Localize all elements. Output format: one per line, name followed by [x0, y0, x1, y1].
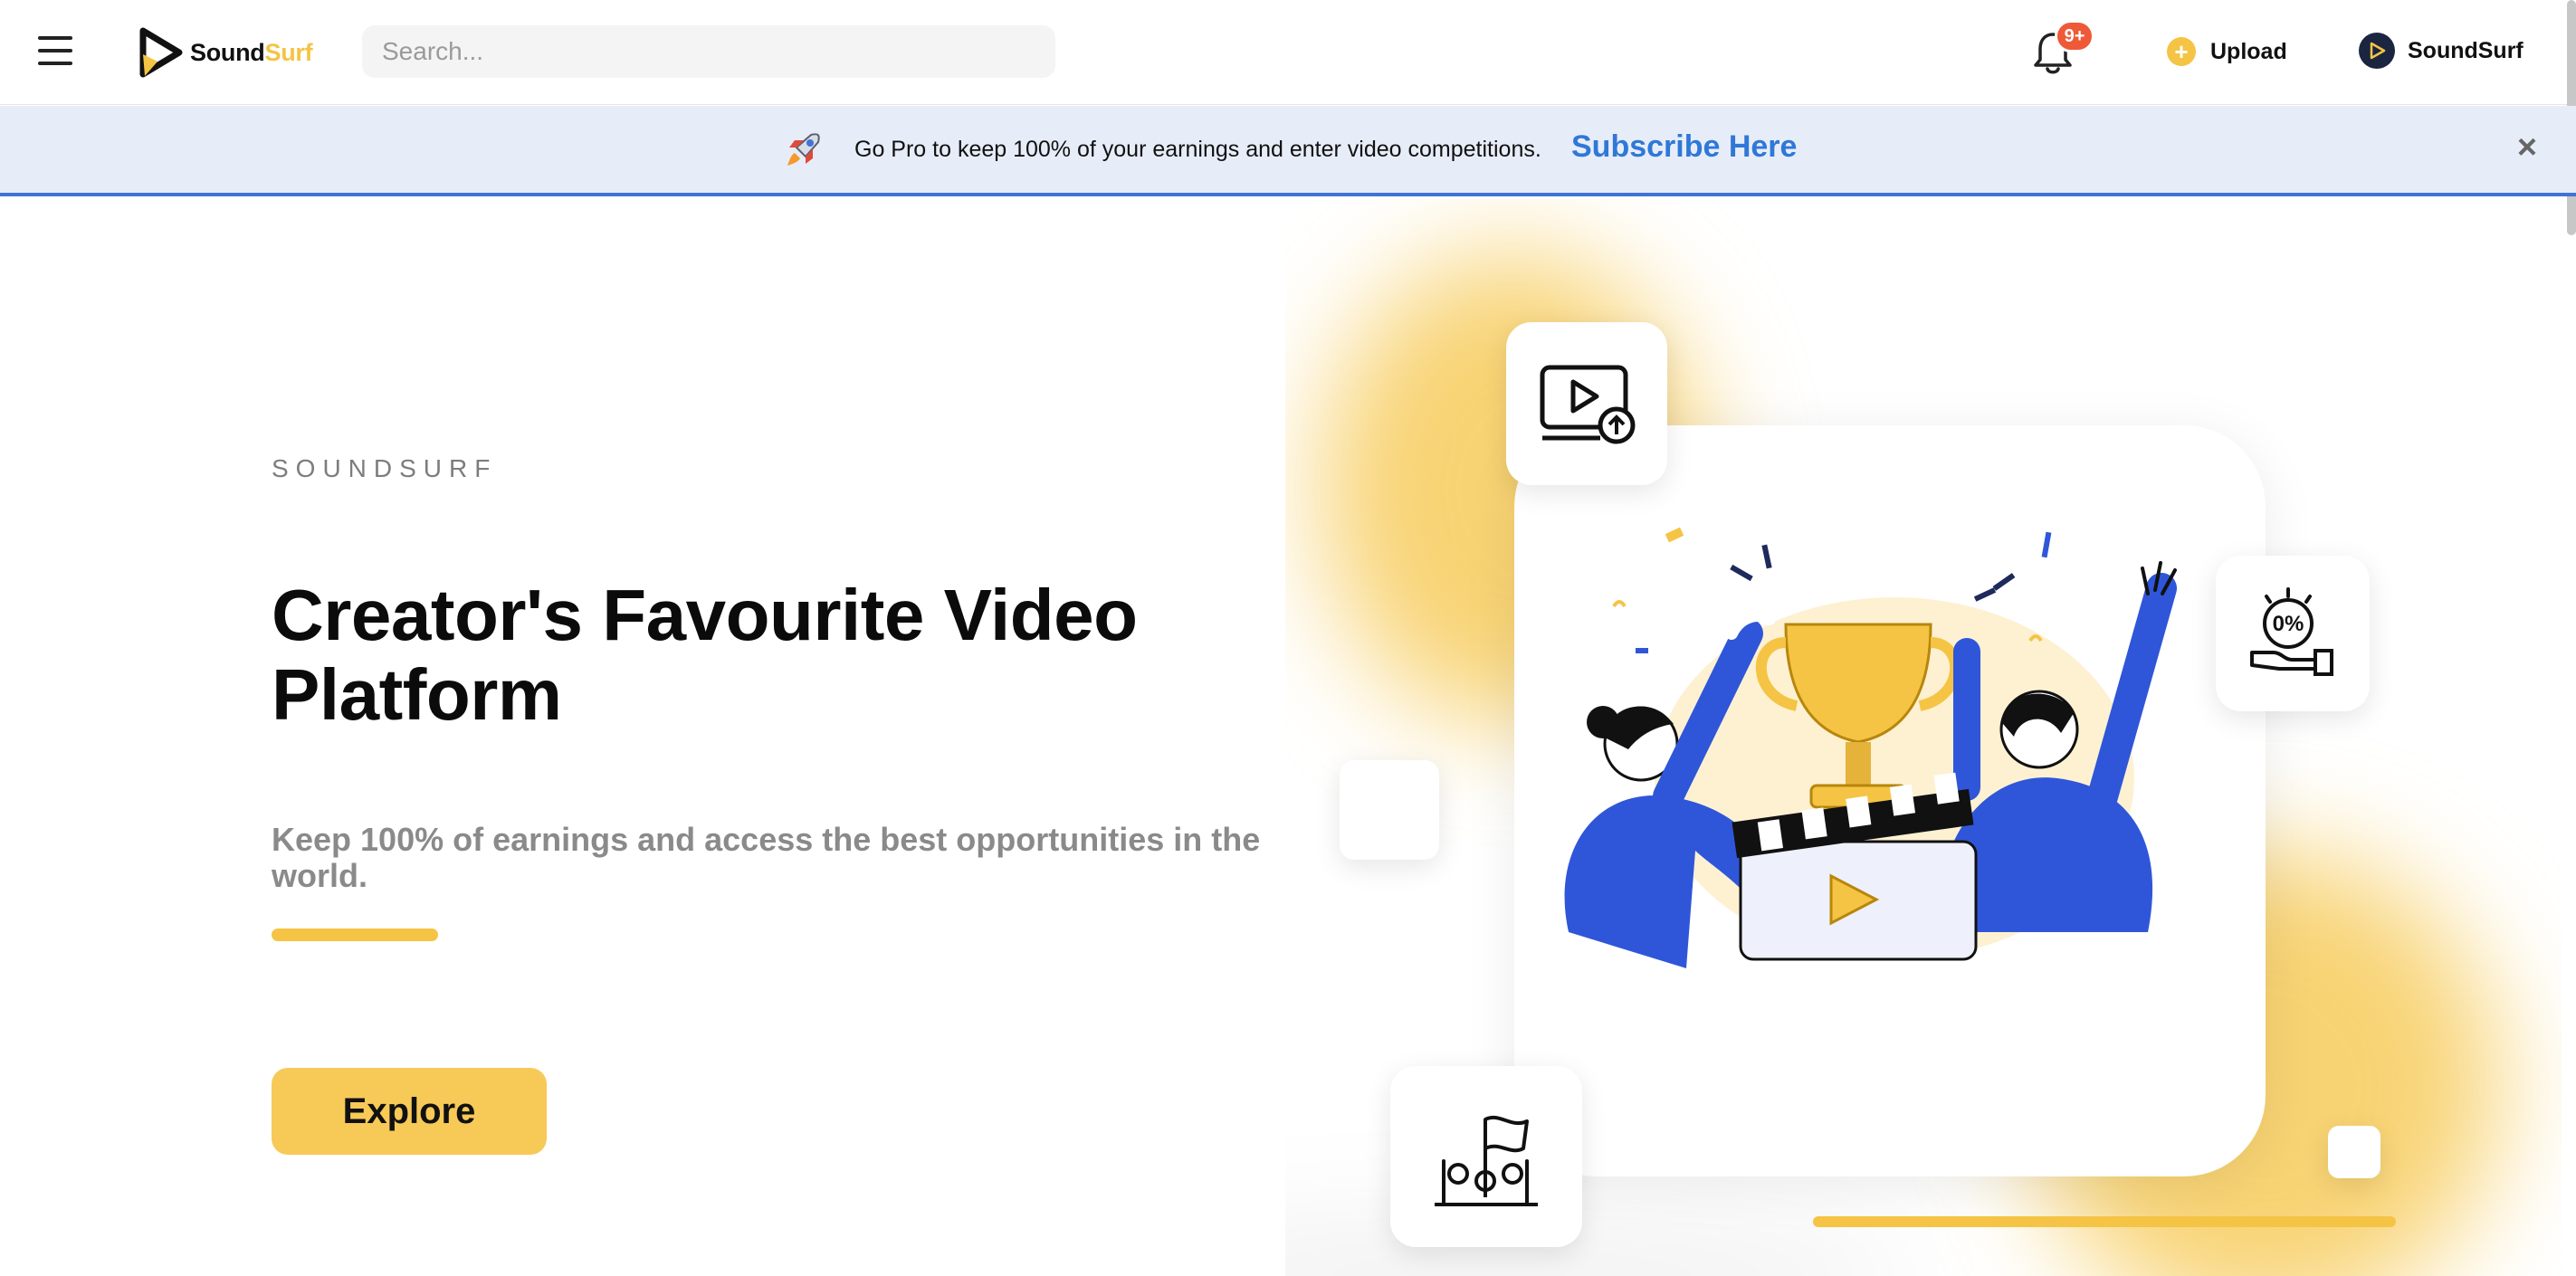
- banner-message: Go Pro to keep 100% of your earnings and…: [854, 137, 1541, 162]
- upload-button[interactable]: + Upload: [2167, 33, 2287, 71]
- contest-card: Win Contests: [1514, 425, 2396, 1276]
- logo-text-sound: Sound: [190, 38, 265, 66]
- logo-text: SoundSurf: [190, 38, 313, 67]
- profile-name: SoundSurf: [2408, 37, 2524, 63]
- win-accent-bar: [1813, 1216, 2396, 1227]
- rocket-icon: [787, 133, 820, 166]
- menu-icon[interactable]: [38, 36, 72, 65]
- accent-divider: [272, 928, 438, 941]
- hero-subtitle: Keep 100% of earnings and access the bes…: [272, 821, 1261, 894]
- blank-tile-bottom-right: [2328, 1126, 2380, 1178]
- blank-tile-left: [1340, 760, 1439, 860]
- play-logo-icon: [139, 27, 183, 78]
- subscribe-link[interactable]: Subscribe Here: [1571, 129, 1797, 165]
- notification-badge: 9+: [2055, 20, 2094, 52]
- discount-text: 0%: [2273, 612, 2304, 636]
- hero-illustration: Win Contests 0%: [1285, 199, 2562, 1276]
- logo-text-surf: Surf: [264, 38, 313, 66]
- card-title: Win Contests: [1829, 1267, 2164, 1276]
- discount-tile: 0%: [2216, 556, 2370, 711]
- profile-menu[interactable]: SoundSurf: [2359, 31, 2524, 71]
- search-input[interactable]: [362, 25, 1055, 78]
- crowd-flag-icon: [1435, 1116, 1538, 1206]
- promo-banner: Go Pro to keep 100% of your earnings and…: [0, 106, 2576, 196]
- video-upload-icon: [1540, 365, 1636, 444]
- plus-circle-icon: +: [2167, 37, 2196, 66]
- hero-eyebrow: SOUNDSURF: [272, 454, 498, 482]
- upload-label: Upload: [2210, 38, 2287, 64]
- logo[interactable]: SoundSurf: [138, 25, 313, 80]
- trophy-celebration-illustration: [1564, 527, 2177, 968]
- grey-glow-bottom: [1285, 1222, 1919, 1276]
- top-nav: SoundSurf 9+ + Upload SoundSurf: [0, 0, 2576, 105]
- crowd-tile: [1390, 1066, 1582, 1247]
- hero-title: Creator's Favourite Video Platform: [272, 575, 1138, 735]
- discount-hand-icon: 0%: [2250, 587, 2333, 676]
- close-icon[interactable]: ×: [2513, 130, 2542, 165]
- explore-button[interactable]: Explore: [272, 1068, 547, 1155]
- upload-video-tile: [1506, 322, 1667, 485]
- avatar-icon: [2359, 33, 2395, 69]
